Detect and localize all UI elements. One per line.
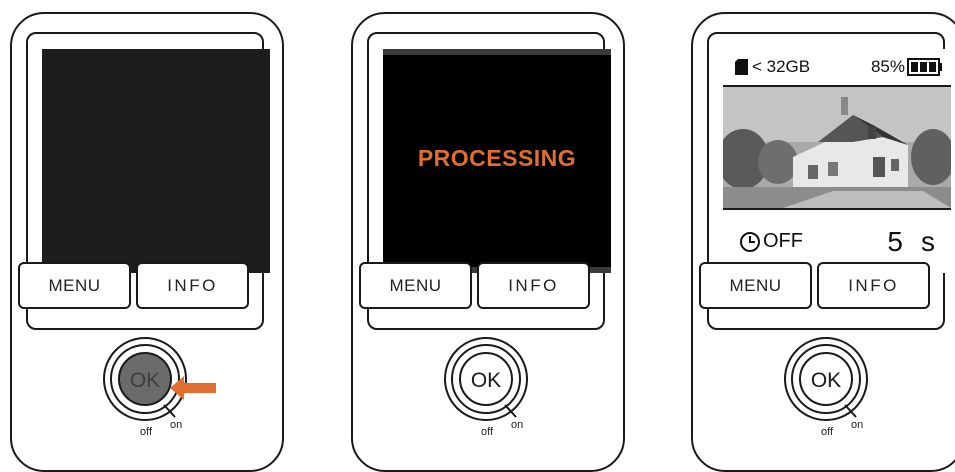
device-panel-2: PROCESSING MENU INFO OK off on <box>351 12 625 472</box>
timer-unit: s <box>921 225 935 257</box>
switch-on-label: on <box>851 419 864 431</box>
switch-off-label: off <box>821 426 834 438</box>
ok-label: OK <box>471 369 501 392</box>
ok-label: OK <box>811 369 841 392</box>
switch-off-label: off <box>481 426 494 438</box>
info-button[interactable]: INFO <box>477 262 590 309</box>
arrow-left-icon <box>170 376 216 400</box>
camera-preview-image <box>723 87 951 208</box>
battery-percent: 85% <box>870 57 905 76</box>
sd-card-icon <box>735 59 748 75</box>
menu-button[interactable]: MENU <box>359 262 472 309</box>
clock-icon <box>740 231 760 252</box>
processing-text: PROCESSING <box>417 145 577 171</box>
screen-blank <box>42 49 270 273</box>
device-panel-1: MENU INFO OK off on <box>10 12 284 472</box>
timer-value: 5 <box>887 225 903 257</box>
ok-dial[interactable]: OK <box>782 335 870 423</box>
ok-label: OK <box>130 369 160 392</box>
screen-processing: PROCESSING <box>383 49 611 273</box>
ok-dial[interactable]: OK <box>442 335 530 423</box>
screen-live-view: < 32GB 85% OFF 5 s <box>723 49 951 273</box>
switch-on-label: on <box>511 419 524 431</box>
menu-button[interactable]: MENU <box>18 262 131 309</box>
storage-label: < 32GB <box>752 57 811 76</box>
device-panel-3: < 32GB 85% OFF 5 s MENU INFO OK off on <box>691 12 955 472</box>
status-bar: < 32GB 85% <box>723 49 951 87</box>
menu-button[interactable]: MENU <box>699 262 812 309</box>
switch-on-label: on <box>170 419 183 431</box>
timer-state: OFF <box>763 230 803 252</box>
battery-icon <box>907 58 942 76</box>
info-button[interactable]: INFO <box>136 262 249 309</box>
switch-off-label: off <box>140 426 153 438</box>
info-button[interactable]: INFO <box>817 262 930 309</box>
